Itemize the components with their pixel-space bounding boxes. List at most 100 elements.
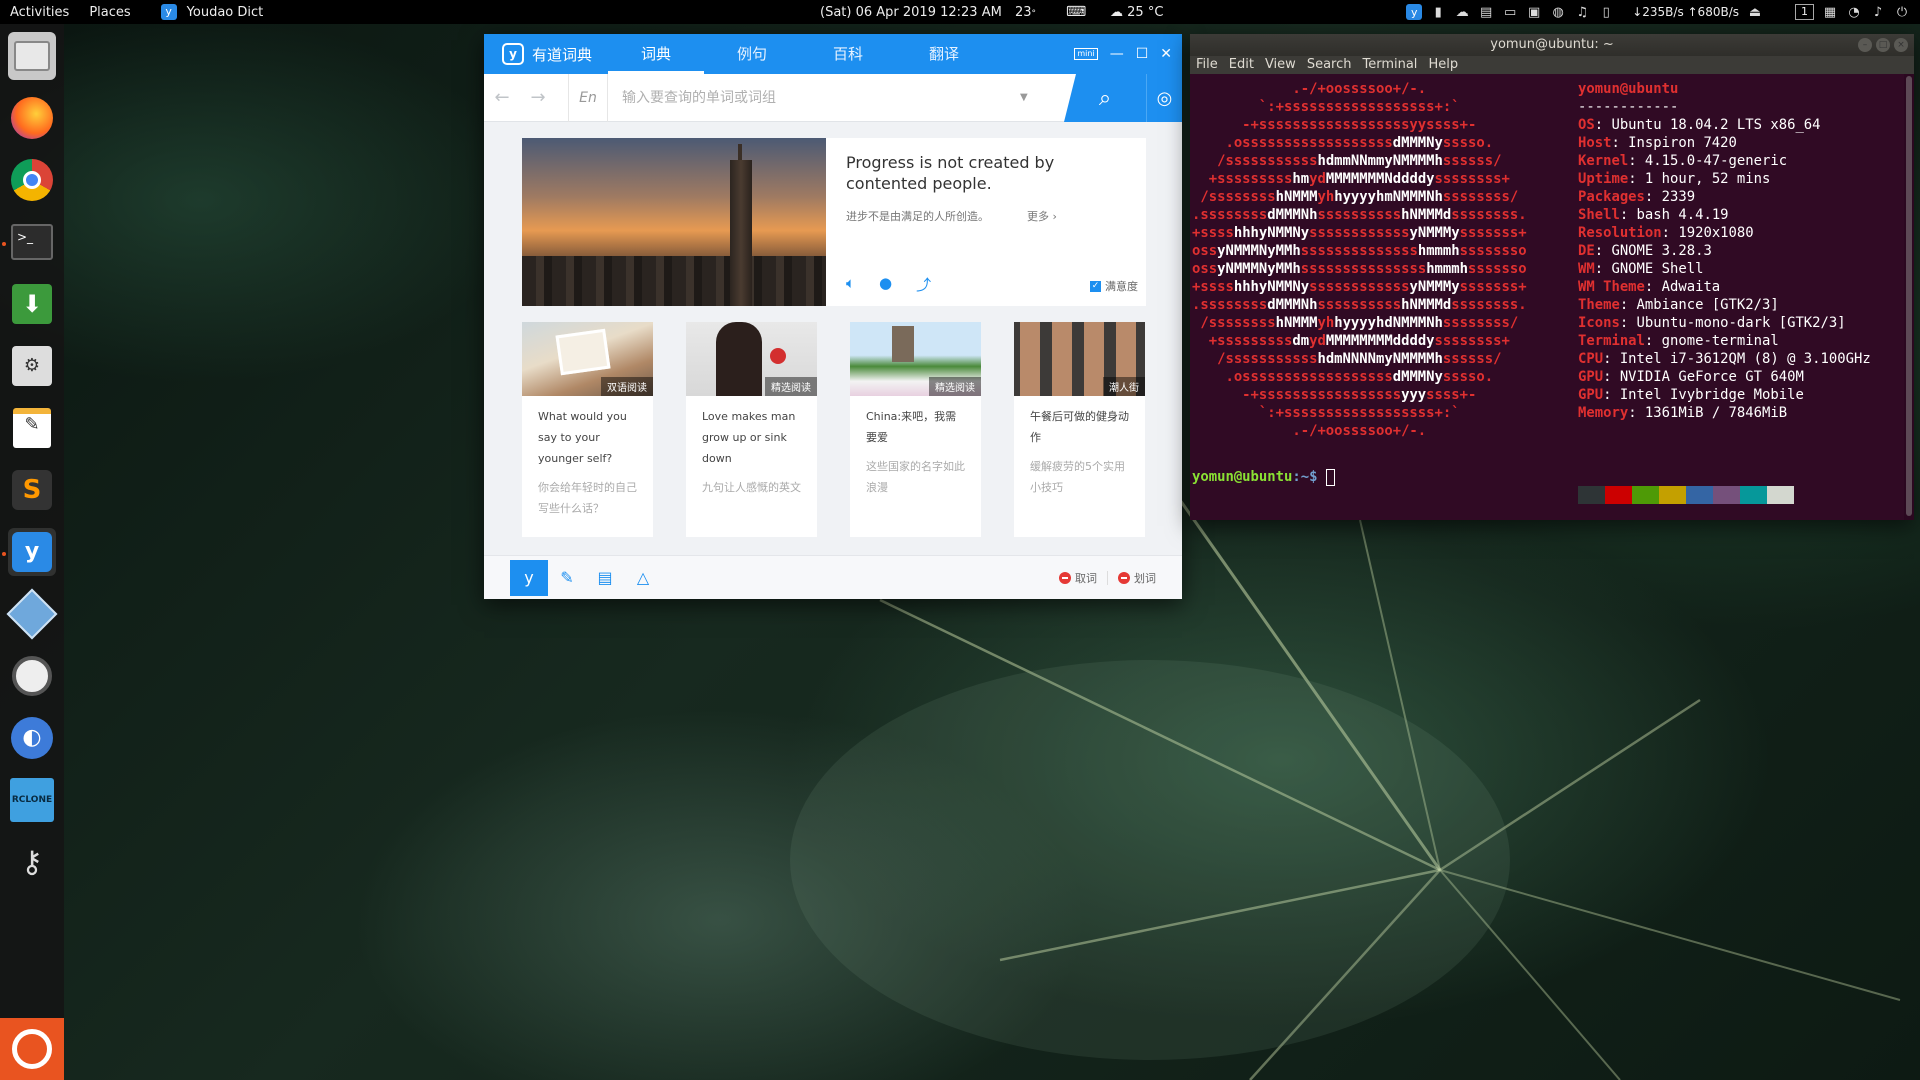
cpu-temp-indicator[interactable]: 23° (1015, 5, 1036, 20)
mini-mode-button[interactable]: mini (1074, 48, 1098, 60)
files-icon[interactable] (8, 32, 56, 80)
tab-encyclopedia[interactable]: 百科 (800, 34, 896, 74)
volume-icon[interactable]: ♪ (1870, 4, 1886, 20)
ubuntu-ascii-logo-line: ossyNMMMNyMMhssssssssssssssshmmmhsssssso (1192, 261, 1527, 277)
text-editor-icon[interactable]: ✎ (8, 404, 56, 452)
wechat-icon[interactable]: ◍ (1550, 4, 1566, 20)
microphone-icon[interactable]: ● (879, 274, 892, 295)
hedgehog-icon[interactable]: ◐ (8, 714, 56, 762)
video-tool-icon[interactable] (8, 652, 56, 700)
article-card[interactable]: 双语阅读 What would you say to your younger … (522, 322, 653, 537)
mixer-icon[interactable]: ⚙ (8, 342, 56, 390)
daily-sentence-image[interactable] (522, 138, 826, 306)
download-manager-icon[interactable]: ⬇ (8, 280, 56, 328)
close-icon[interactable]: ✕ (1160, 46, 1172, 62)
search-input[interactable] (622, 89, 1012, 106)
eject-icon[interactable]: ⏏ (1747, 4, 1763, 20)
terminal-menu-help[interactable]: Help (1428, 56, 1458, 74)
daily-quote-english[interactable]: Progress is not created by contented peo… (846, 152, 1131, 194)
share-icon[interactable]: ⤴ (916, 274, 931, 295)
terminal-menu-terminal[interactable]: Terminal (1362, 56, 1417, 74)
workspace-indicator[interactable]: 1 (1795, 4, 1814, 20)
dictionary-home-icon[interactable]: y (510, 559, 548, 596)
terminal-menubar: File Edit View Search Terminal Help (1190, 56, 1914, 74)
translate-doc-icon[interactable]: ▤ (586, 560, 624, 596)
neofetch-header: yomun@ubuntu (1578, 81, 1679, 97)
wordbook-icon[interactable]: ✎ (548, 560, 586, 596)
minimize-icon[interactable]: — (1110, 46, 1124, 62)
article-card[interactable]: 精选阅读 China:来吧，我需要爱 这些国家的名字如此浪漫 (850, 322, 981, 537)
keyboard-icon[interactable]: ⌨ (1066, 4, 1086, 20)
headphones-icon[interactable]: ♫ (1574, 4, 1590, 20)
youdao-titlebar[interactable]: y 有道词典 词典 例句 百科 翻译 mini — ☐ ✕ (484, 34, 1182, 74)
search-icon: ⌕ (1098, 85, 1112, 111)
cloud-sync-icon[interactable]: ☁ (1454, 4, 1470, 20)
back-arrow-icon[interactable]: ← (484, 87, 520, 108)
places-menu[interactable]: Places (79, 5, 140, 20)
maximize-icon[interactable]: □ (1876, 38, 1890, 52)
document-icon[interactable]: ▮ (1430, 4, 1446, 20)
notes-icon[interactable]: ▯ (1598, 4, 1614, 20)
select-word-label: 划词 (1134, 571, 1156, 585)
speaker-icon[interactable]: 🔈︎ (846, 274, 855, 295)
tab-translate[interactable]: 翻译 (896, 34, 992, 74)
article-subtitle: 缓解疲劳的5个实用小技巧 (1030, 460, 1125, 494)
ubuntu-apps-icon[interactable] (0, 1018, 64, 1080)
search-button[interactable]: ⌕ (1064, 74, 1146, 122)
terminal-menu-view[interactable]: View (1265, 56, 1296, 74)
maximize-icon[interactable]: ☐ (1136, 46, 1149, 62)
tab-examples[interactable]: 例句 (704, 34, 800, 74)
weather-value: 25 °C (1127, 4, 1164, 20)
article-card[interactable]: 潮人街 午餐后可做的健身动作 缓解疲劳的5个实用小技巧 (1014, 322, 1145, 537)
youdao-dict-icon[interactable]: y (8, 528, 56, 576)
close-icon[interactable]: × (1894, 38, 1908, 52)
terminal-icon[interactable]: >_ (8, 218, 56, 266)
select-word-toggle[interactable]: 划词 (1118, 570, 1156, 586)
refresh-icon[interactable]: △ (624, 560, 662, 596)
sublime-text-icon[interactable]: S (8, 466, 56, 514)
rclone-icon[interactable]: RCLONE (8, 776, 56, 824)
terminal-menu-search[interactable]: Search (1307, 56, 1352, 74)
ubuntu-ascii-logo-line: .ossssssssssssssssssdMMMNysssso. (1192, 135, 1494, 151)
screen-icon[interactable]: ▣ (1526, 4, 1542, 20)
keyboard-layout-icon[interactable]: ▭ (1502, 4, 1518, 20)
power-icon[interactable]: ⏻ (1894, 4, 1910, 20)
terminal-menu-file[interactable]: File (1196, 56, 1218, 74)
article-card[interactable]: 精选阅读 Love makes man grow up or sink down… (686, 322, 817, 537)
globe-icon[interactable]: ◎ (1146, 74, 1182, 122)
color-swatch (1632, 486, 1659, 504)
clock[interactable]: (Sat) 06 Apr 2019 12:23 AM (820, 5, 1002, 20)
neofetch-info-line: Memory: 1361MiB / 7846MiB (1578, 405, 1788, 421)
satisfaction-checkbox[interactable]: ✓ 满意度 (1090, 278, 1138, 294)
firefox-icon[interactable] (8, 94, 56, 142)
youdao-dict-window: y 有道词典 词典 例句 百科 翻译 mini — ☐ ✕ ← → En ▼ ⌕… (484, 34, 1182, 599)
clipboard-icon[interactable]: ▤ (1478, 4, 1494, 20)
weather-indicator[interactable]: ☁ 25 °C (1110, 5, 1163, 20)
color-swatch (1605, 486, 1632, 504)
forward-arrow-icon[interactable]: → (520, 87, 556, 108)
chrome-icon[interactable] (8, 156, 56, 204)
youdao-tray-icon[interactable]: y (1406, 4, 1423, 20)
tab-dictionary[interactable]: 词典 (608, 34, 705, 74)
virtualbox-icon[interactable] (6, 588, 58, 640)
capture-word-toggle[interactable]: 取词 (1059, 570, 1097, 586)
app-menu[interactable]: Youdao Dict (187, 5, 264, 20)
wifi-icon[interactable]: ◔ (1846, 4, 1862, 20)
grid-icon[interactable]: ▦ (1822, 4, 1838, 20)
shell-prompt[interactable]: yomun@ubuntu:~$ (1192, 468, 1335, 486)
chevron-down-icon[interactable]: ▼ (1020, 92, 1028, 103)
neofetch-info-line: GPU: NVIDIA GeForce GT 640M (1578, 369, 1804, 385)
terminal-menu-edit[interactable]: Edit (1229, 56, 1254, 74)
activities-button[interactable]: Activities (0, 5, 79, 20)
capture-word-label: 取词 (1075, 571, 1097, 585)
keys-icon[interactable]: ⚷ (8, 838, 56, 886)
scrollbar-thumb[interactable] (1906, 76, 1912, 516)
net-speed[interactable]: ↓235B/s ↑680B/s (1632, 5, 1739, 19)
terminal-scrollbar[interactable] (1904, 74, 1914, 520)
youdao-logo-icon: y (502, 43, 524, 65)
terminal-titlebar[interactable]: yomun@ubuntu: ~ – □ × (1190, 34, 1914, 56)
terminal-output[interactable]: .-/+oossssoo+/-. `:+ssssssssssssssssss+:… (1190, 74, 1902, 520)
minimize-icon[interactable]: – (1858, 38, 1872, 52)
more-link[interactable]: 更多 › (1027, 208, 1057, 224)
language-selector[interactable]: En (568, 73, 608, 122)
